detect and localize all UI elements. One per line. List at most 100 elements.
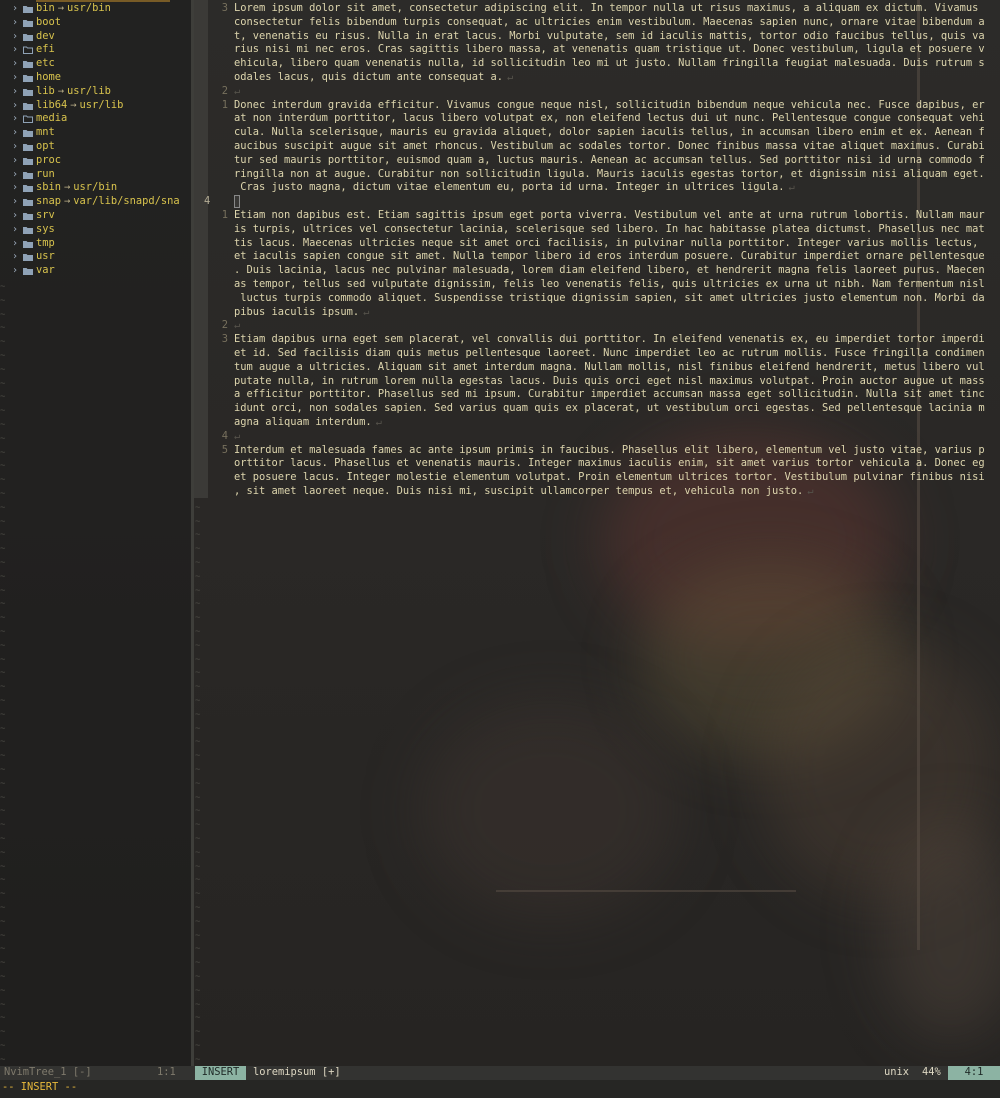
mode-indicator: INSERT xyxy=(195,1066,246,1080)
eol-marker-icon: ↵ xyxy=(234,319,241,332)
text-line[interactable]: Interdum et malesuada fames ac ante ipsu… xyxy=(234,444,985,458)
chevron-right-icon[interactable]: › xyxy=(12,181,18,195)
chevron-right-icon[interactable]: › xyxy=(12,71,18,85)
chevron-right-icon[interactable]: › xyxy=(12,43,18,57)
text-line[interactable]: ringilla non at augue. Curabitur non sol… xyxy=(234,168,985,182)
empty-line-marker: ~ xyxy=(195,985,201,996)
chevron-right-icon[interactable]: › xyxy=(12,168,18,182)
text-line[interactable]: ehicula, libero quam venenatis nulla, id… xyxy=(234,57,985,71)
folder-icon xyxy=(23,240,33,248)
folder-icon xyxy=(23,102,33,110)
empty-line-marker: ~ xyxy=(195,778,201,789)
tree-item-label: media xyxy=(36,112,68,125)
tree-item-label: sys xyxy=(36,222,55,235)
text-line[interactable]: , sit amet laoreet neque. Duis nisi mi, … xyxy=(234,485,814,499)
chevron-right-icon[interactable]: › xyxy=(12,57,18,71)
empty-line-marker: ~ xyxy=(0,516,6,527)
empty-line-marker: ~ xyxy=(0,613,6,624)
tree-item-label: dev xyxy=(36,29,55,42)
empty-line-marker: ~ xyxy=(0,972,6,982)
empty-line-marker: ~ xyxy=(0,737,6,748)
empty-line-marker: ~ xyxy=(0,351,6,361)
text-line[interactable]: et iaculis sapien congue sit amet. Nulla… xyxy=(234,250,985,264)
chevron-right-icon[interactable]: › xyxy=(12,126,18,140)
empty-line-marker: ~ xyxy=(0,1041,6,1051)
text-line[interactable]: putate nulla, in rutrum lorem nulla eges… xyxy=(234,375,985,389)
text-line[interactable]: orttitor lacus. Phasellus et venenatis m… xyxy=(234,457,985,471)
empty-line-marker: ~ xyxy=(0,406,6,417)
empty-line-marker: ~ xyxy=(0,295,6,306)
empty-line-marker: ~ xyxy=(195,544,201,555)
chevron-right-icon[interactable]: › xyxy=(12,112,18,126)
chevron-right-icon[interactable]: › xyxy=(12,2,18,16)
line-number: 1 xyxy=(221,98,228,111)
text-line[interactable]: ↵ xyxy=(234,85,240,99)
empty-line-marker: ~ xyxy=(195,627,201,637)
eol-marker-icon: ↵ xyxy=(507,71,514,83)
empty-line-marker: ~ xyxy=(195,654,201,665)
text-line[interactable]: t, venenatis eu risus. Nulla in erat lac… xyxy=(234,30,985,44)
eol-marker-icon: ↵ xyxy=(788,181,795,194)
text-line[interactable]: et posuere lacus. Integer molestie eleme… xyxy=(234,471,985,485)
text-line[interactable]: et id. Sed facilisis diam quis metus pel… xyxy=(234,347,985,361)
chevron-right-icon[interactable]: › xyxy=(12,16,18,30)
text-line[interactable]: ↵ xyxy=(234,430,240,444)
chevron-right-icon[interactable]: › xyxy=(12,237,18,251)
text-line[interactable]: Cras justo magna, dictum vitae elementum… xyxy=(234,181,795,195)
tree-item-label: proc xyxy=(36,153,62,166)
text-line[interactable]: a efficitur porttitor. Phasellus sed mi … xyxy=(234,388,985,402)
empty-line-marker: ~ xyxy=(195,558,201,568)
empty-line-marker: ~ xyxy=(0,916,6,927)
text-line[interactable]: tum augue a ultricies. Aliquam sit amet … xyxy=(234,361,985,375)
text-line[interactable]: rius nisi mi nec eros. Cras sagittis lib… xyxy=(234,43,985,57)
chevron-right-icon[interactable]: › xyxy=(12,140,18,154)
text-line[interactable]: as tempor, tellus sed vulputate dignissi… xyxy=(234,278,985,292)
chevron-right-icon[interactable]: › xyxy=(12,223,18,237)
eol-marker-icon: ↵ xyxy=(234,429,241,442)
empty-line-marker: ~ xyxy=(0,834,6,844)
text-line[interactable]: at non interdum porttitor, lacus libero … xyxy=(234,112,985,126)
chevron-right-icon[interactable]: › xyxy=(12,209,18,223)
text-line[interactable]: tur sed mauris porttitor, euismod quam a… xyxy=(234,154,985,168)
empty-line-marker: ~ xyxy=(0,903,6,913)
chevron-right-icon[interactable]: › xyxy=(12,30,18,44)
folder-icon xyxy=(23,33,33,41)
line-text: odales lacus, quis dictum ante consequat… xyxy=(234,71,503,83)
folder-open-icon xyxy=(23,46,33,55)
text-line[interactable]: is turpis, ultrices vel consectetur laci… xyxy=(234,223,985,237)
chevron-right-icon[interactable]: › xyxy=(12,250,18,264)
folder-icon xyxy=(23,60,33,69)
text-cursor xyxy=(234,195,240,209)
text-line[interactable]: Donec interdum gravida efficitur. Vivamu… xyxy=(234,99,985,113)
text-line[interactable]: ↵ xyxy=(234,319,240,333)
eol-marker-icon: ↵ xyxy=(807,485,814,497)
text-line[interactable]: Etiam non dapibus est. Etiam sagittis ip… xyxy=(234,209,985,223)
command-line[interactable]: -- INSERT -- xyxy=(0,1080,1000,1098)
empty-line-marker: ~ xyxy=(0,682,6,693)
empty-line-marker: ~ xyxy=(0,337,6,348)
chevron-right-icon[interactable]: › xyxy=(12,264,18,278)
chevron-right-icon[interactable]: › xyxy=(12,154,18,168)
text-line[interactable]: cula. Nulla scelerisque, mauris eu gravi… xyxy=(234,126,985,140)
empty-line-marker: ~ xyxy=(0,461,6,472)
text-line[interactable]: pibus iaculis ipsum. ↵ xyxy=(234,306,369,320)
text-line[interactable]: luctus turpis commodo aliquet. Suspendis… xyxy=(234,291,985,306)
line-text: luctus turpis commodo aliquet. Suspendis… xyxy=(234,291,985,304)
file-tree-pane[interactable]: › bin → usr/bin › boot › dev › efi › etc › home › lib → u… xyxy=(0,0,191,1066)
empty-line-marker: ~ xyxy=(195,820,201,831)
text-line[interactable]: . Duis lacinia, lacus nec pulvinar males… xyxy=(234,264,985,278)
text-line[interactable]: idunt orci, non sodales sapien. Sed vari… xyxy=(234,402,985,416)
text-line[interactable]: Lorem ipsum dolor sit amet, consectetur … xyxy=(234,2,978,16)
chevron-right-icon[interactable]: › xyxy=(12,99,18,113)
chevron-right-icon[interactable]: › xyxy=(12,195,18,209)
status-line: NvimTree_1 [-] 1:1 INSERT loremipsum [+]… xyxy=(0,1066,1000,1080)
text-line[interactable]: Etiam dapibus urna eget sem placerat, ve… xyxy=(234,333,985,347)
text-line[interactable]: aucibus suscipit augue sit amet rhoncus.… xyxy=(234,140,985,154)
text-line[interactable]: consectetur felis bibendum turpis conseq… xyxy=(234,16,985,30)
empty-line-marker: ~ xyxy=(195,765,201,775)
text-line[interactable]: agna aliquam interdum. ↵ xyxy=(234,416,382,430)
chevron-right-icon[interactable]: › xyxy=(12,85,18,99)
text-line[interactable]: tis lacus. Maecenas ultricies neque sit … xyxy=(234,237,978,251)
empty-line-marker: ~ xyxy=(0,696,6,706)
text-line[interactable]: odales lacus, quis dictum ante consequat… xyxy=(234,71,513,85)
